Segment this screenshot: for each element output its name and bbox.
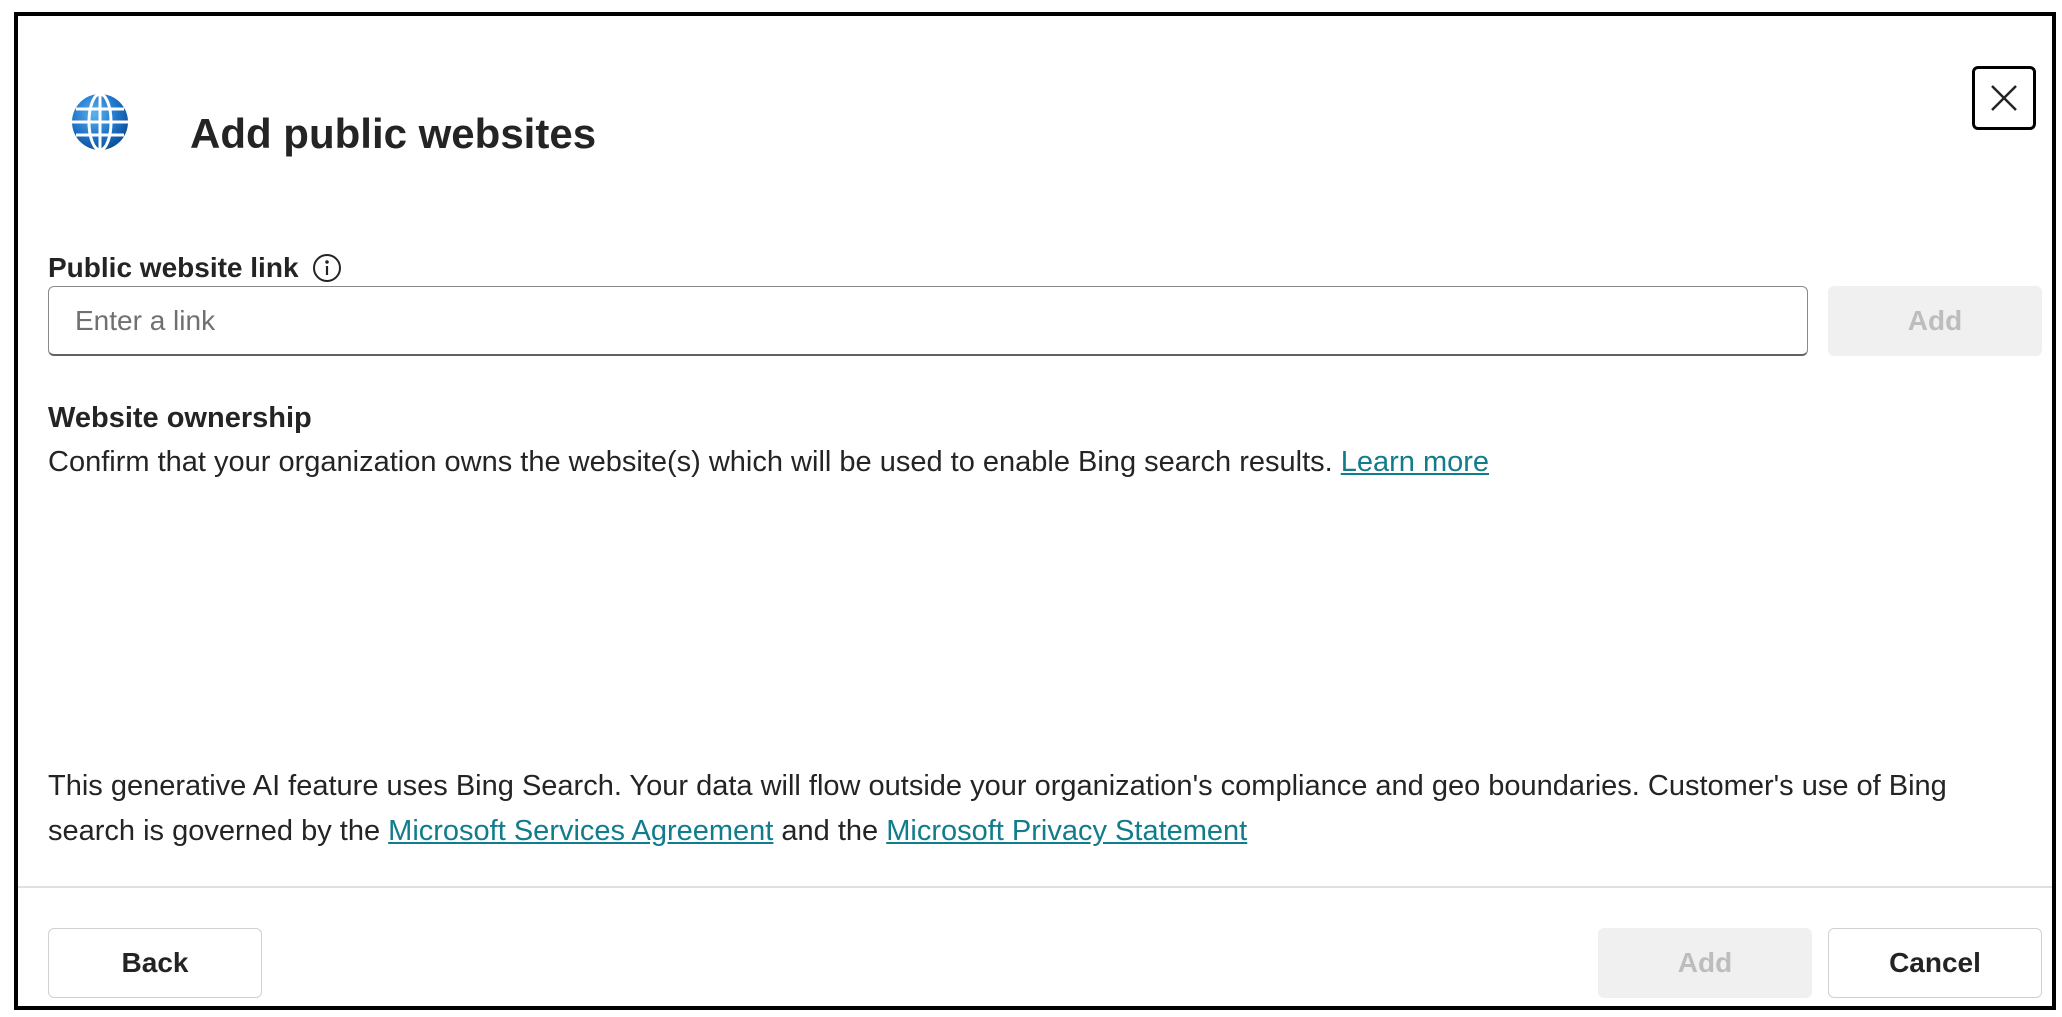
globe-icon	[70, 92, 130, 152]
ownership-description: Confirm that your organization owns the …	[48, 446, 1489, 479]
public-website-link-label: Public website link	[48, 252, 343, 284]
footer-divider	[18, 886, 2052, 888]
ownership-text: Confirm that your organization owns the …	[48, 446, 1341, 478]
privacy-statement-link[interactable]: Microsoft Privacy Statement	[886, 815, 1247, 847]
disclaimer-text-middle: and the	[773, 815, 887, 847]
add-link-button[interactable]: Add	[1828, 286, 2042, 356]
add-public-websites-dialog: Add public websites Public website link …	[14, 12, 2056, 1010]
dialog-title: Add public websites	[190, 110, 597, 157]
close-button[interactable]	[1972, 66, 2036, 130]
learn-more-link[interactable]: Learn more	[1341, 446, 1489, 478]
services-agreement-link[interactable]: Microsoft Services Agreement	[388, 815, 773, 847]
bing-disclaimer: This generative AI feature uses Bing Sea…	[48, 764, 2038, 854]
close-icon	[1988, 82, 2020, 114]
link-input[interactable]	[48, 286, 1808, 356]
field-label-text: Public website link	[48, 252, 299, 283]
add-button[interactable]: Add	[1598, 928, 1812, 998]
info-icon[interactable]	[311, 252, 343, 284]
cancel-button[interactable]: Cancel	[1828, 928, 2042, 998]
ownership-heading: Website ownership	[48, 402, 312, 434]
back-button[interactable]: Back	[48, 928, 262, 998]
